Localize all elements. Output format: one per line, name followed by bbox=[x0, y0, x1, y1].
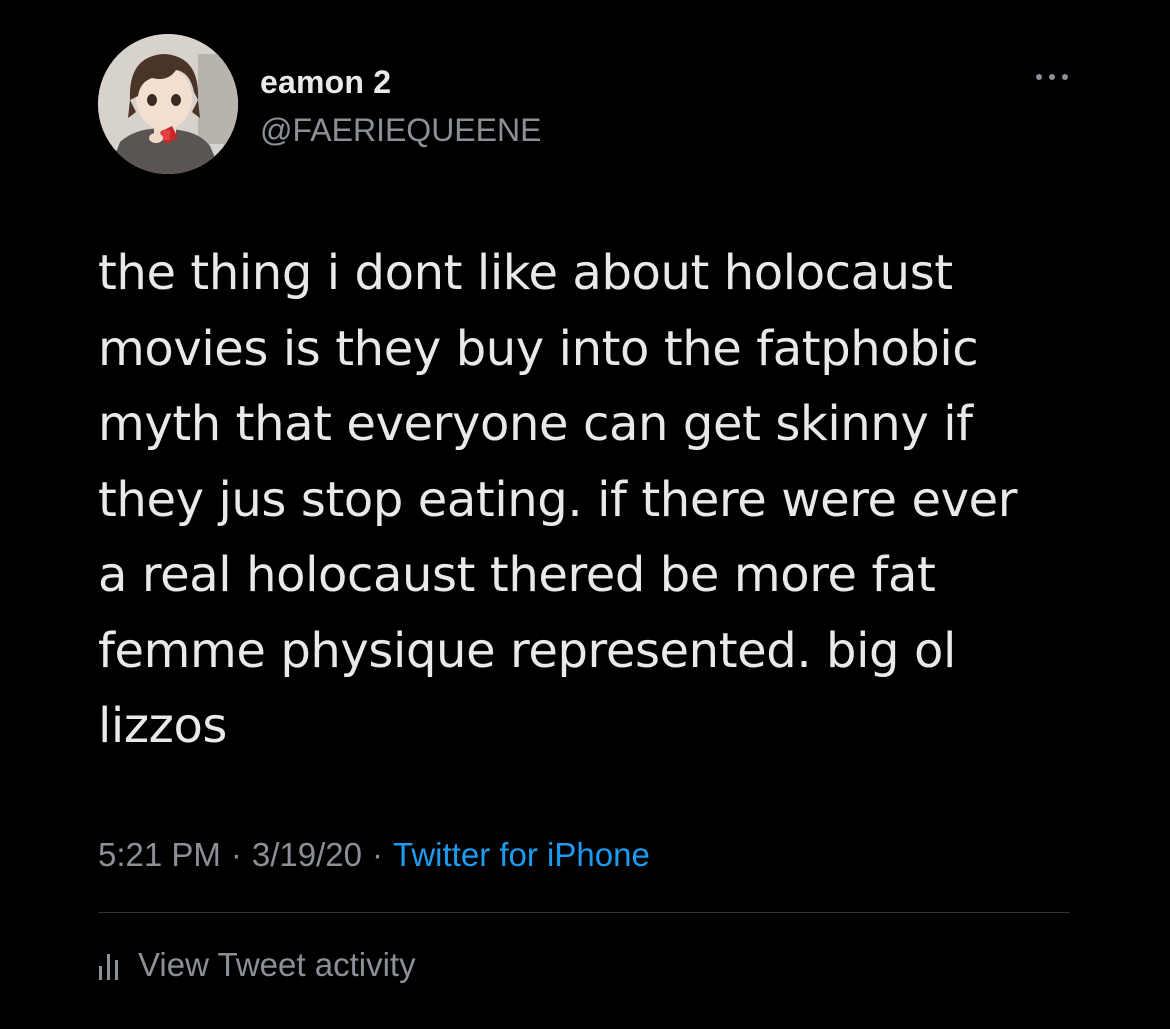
tweet-source-link[interactable]: Twitter for iPhone bbox=[393, 836, 650, 873]
more-horizontal-icon bbox=[1036, 74, 1068, 80]
tweet-card: eamon 2 @FAERIEQUEENE the thing i dont l… bbox=[0, 0, 1170, 1029]
tweet-date[interactable]: 3/19/20 bbox=[252, 836, 362, 873]
tweet-time[interactable]: 5:21 PM bbox=[98, 836, 221, 873]
author-display-name[interactable]: eamon 2 bbox=[260, 64, 391, 101]
more-options-button[interactable] bbox=[1030, 62, 1074, 92]
tweet-meta: 5:21 PM · 3/19/20 · Twitter for iPhone bbox=[98, 836, 650, 874]
avatar[interactable] bbox=[98, 34, 238, 174]
avatar-image bbox=[98, 34, 238, 174]
divider bbox=[98, 912, 1070, 913]
view-tweet-activity-label: View Tweet activity bbox=[138, 946, 416, 983]
tweet-text: the thing i dont like about holocaust mo… bbox=[98, 245, 1018, 754]
meta-separator: · bbox=[230, 836, 242, 873]
bar-chart-icon bbox=[99, 954, 118, 980]
view-tweet-activity-button[interactable]: View Tweet activity bbox=[98, 946, 416, 984]
meta-separator: · bbox=[372, 836, 384, 873]
author-handle[interactable]: @FAERIEQUEENE bbox=[260, 112, 541, 149]
